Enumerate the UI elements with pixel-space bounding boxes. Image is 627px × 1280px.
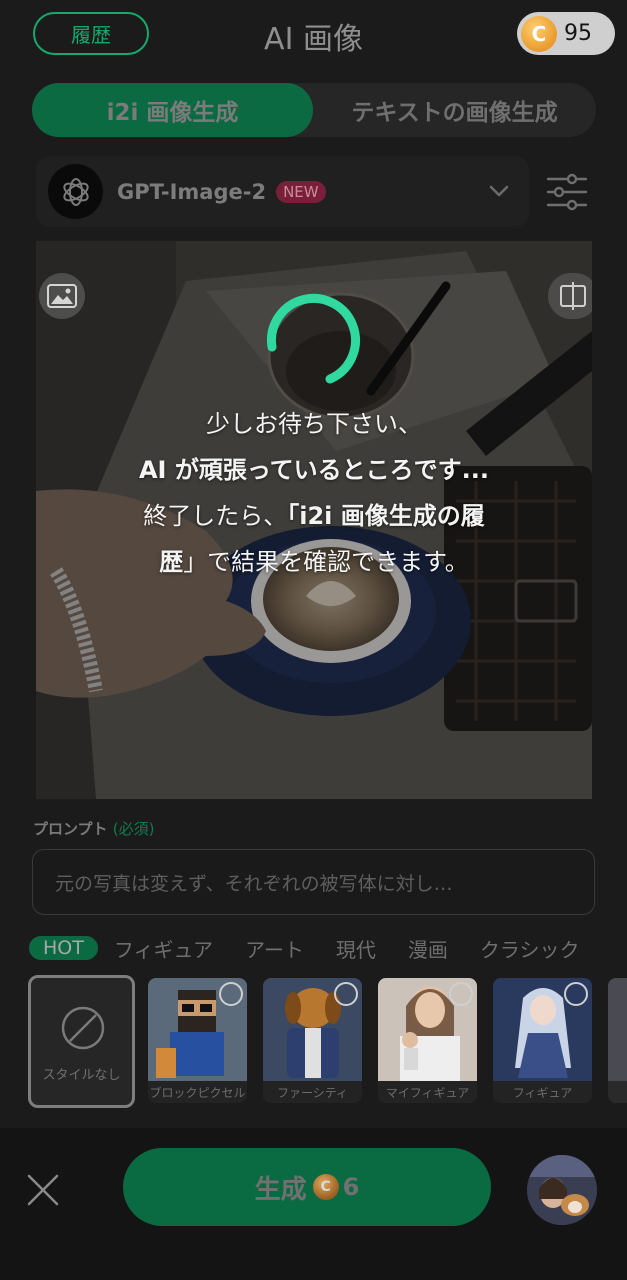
tab-text-to-image[interactable]: テキストの画像生成 — [313, 83, 596, 137]
category-tab-hot[interactable]: HOT — [29, 936, 98, 960]
loading-spinner-icon — [266, 293, 360, 384]
loading-line-3b: 「i2i 画像生成の履 — [287, 502, 485, 530]
style-list: スタイルなし ブロックピクセル ファーシティ マイフィギュア フィギュア — [28, 975, 627, 1109]
generate-cost: 6 — [342, 1173, 360, 1201]
style-card-partial[interactable] — [608, 978, 627, 1103]
bottom-bar: 生成 C 6 — [0, 1128, 627, 1280]
loading-line-4a: 歴 — [159, 548, 184, 576]
category-tab-classic[interactable]: クラシック — [480, 934, 580, 963]
image-upload-button[interactable] — [39, 273, 85, 319]
prompt-label: プロンプト (必須) — [33, 818, 155, 839]
loading-line-4b: 」で結果を確認できます。 — [183, 548, 469, 576]
prompt-input[interactable]: 元の写真は変えず、それぞれの被写体に対し… — [32, 849, 595, 915]
prompt-required-label: (必須) — [112, 820, 155, 838]
category-tab-art[interactable]: アート — [245, 934, 304, 963]
avatar[interactable] — [527, 1155, 597, 1225]
style-none-label: スタイルなし — [42, 1068, 121, 1083]
prompt-label-text: プロンプト — [33, 820, 108, 838]
openai-logo-icon — [48, 164, 103, 219]
chevron-down-icon — [489, 185, 509, 197]
select-radio[interactable] — [334, 982, 358, 1006]
generate-button[interactable]: 生成 C 6 — [123, 1148, 491, 1226]
loading-line-2: AI が頑張っているところです... — [138, 456, 489, 484]
loading-line-1: 少しお待ち下さい、 — [206, 410, 422, 438]
image-icon — [47, 284, 77, 308]
style-card-varsity[interactable]: ファーシティ — [263, 978, 362, 1103]
loading-line-3a: 終了したら、 — [143, 502, 288, 530]
generate-label: 生成 — [254, 1174, 307, 1205]
mode-tabs: i2i 画像生成 テキストの画像生成 — [32, 83, 596, 137]
category-tab-modern[interactable]: 現代 — [336, 934, 376, 963]
compare-button[interactable] — [548, 273, 592, 319]
model-name: GPT-Image-2 — [117, 179, 267, 204]
category-tabs: HOT フィギュア アート 現代 漫画 クラシック — [29, 931, 627, 965]
style-card-label: ブロックピクセル — [148, 1081, 247, 1103]
header: 履歴 AI 画像 C 95 — [0, 0, 627, 70]
select-radio[interactable] — [219, 982, 243, 1006]
style-none-card[interactable]: スタイルなし — [28, 975, 135, 1108]
style-card-label: フィギュア — [493, 1081, 592, 1103]
style-card-block-pixel[interactable]: ブロックピクセル — [148, 978, 247, 1103]
coin-icon: C — [312, 1174, 339, 1200]
style-card-figure[interactable]: フィギュア — [493, 978, 592, 1103]
tab-i2i[interactable]: i2i 画像生成 — [32, 83, 313, 137]
style-card-my-figure[interactable]: マイフィギュア — [378, 978, 477, 1103]
model-selector[interactable]: GPT-Image-2 NEW — [36, 156, 529, 227]
settings-sliders-icon[interactable] — [546, 172, 588, 212]
style-card-label: ファーシティ — [263, 1081, 362, 1103]
source-image-preview[interactable]: 少しお待ち下さい、 AI が頑張っているところです... 終了したら、「i2i … — [36, 241, 592, 799]
loading-message: 少しお待ち下さい、 AI が頑張っているところです... 終了したら、「i2i … — [36, 401, 592, 585]
style-thumbnail — [608, 978, 627, 1081]
select-radio[interactable] — [564, 982, 588, 1006]
close-icon[interactable] — [26, 1173, 60, 1207]
credits-badge[interactable]: C 95 — [517, 12, 615, 55]
no-style-icon — [61, 1006, 105, 1050]
coin-icon: C — [521, 15, 557, 52]
select-radio[interactable] — [449, 982, 473, 1006]
style-card-label: マイフィギュア — [378, 1081, 477, 1103]
new-badge: NEW — [276, 180, 326, 203]
credit-count: 95 — [564, 21, 592, 46]
category-tab-manga[interactable]: 漫画 — [408, 934, 448, 963]
compare-icon — [560, 282, 586, 310]
category-tab-figure[interactable]: フィギュア — [114, 934, 213, 963]
